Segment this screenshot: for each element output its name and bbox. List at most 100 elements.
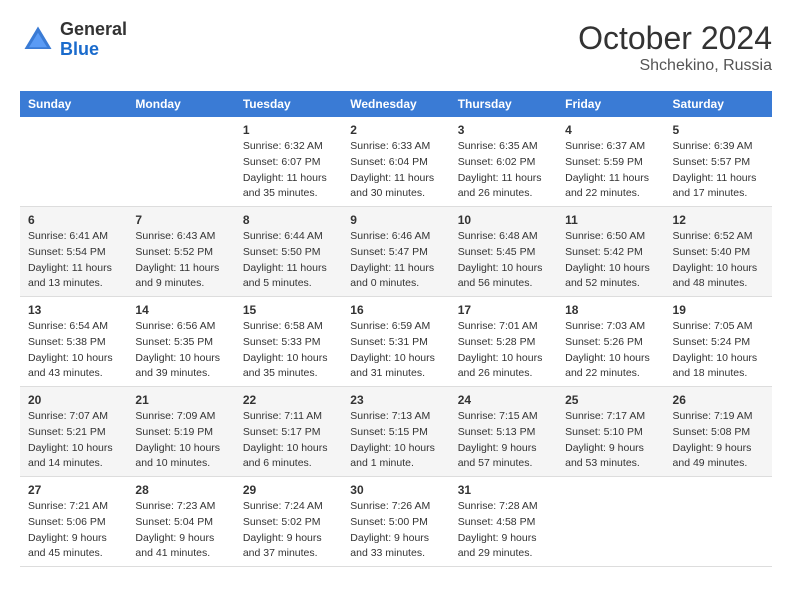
sunrise-info: Sunrise: 6:48 AM bbox=[458, 229, 549, 245]
sunrise-info: Sunrise: 7:21 AM bbox=[28, 499, 119, 515]
sunrise-info: Sunrise: 6:58 AM bbox=[243, 319, 334, 335]
calendar-cell: 7 Sunrise: 6:43 AM Sunset: 5:52 PM Dayli… bbox=[127, 207, 234, 297]
calendar-cell: 11 Sunrise: 6:50 AM Sunset: 5:42 PM Dayl… bbox=[557, 207, 664, 297]
daylight-info: Daylight: 9 hours and 57 minutes. bbox=[458, 441, 549, 473]
sunset-info: Sunset: 5:06 PM bbox=[28, 515, 119, 531]
sunrise-info: Sunrise: 7:26 AM bbox=[350, 499, 441, 515]
daylight-info: Daylight: 11 hours and 35 minutes. bbox=[243, 171, 334, 203]
daylight-info: Daylight: 9 hours and 49 minutes. bbox=[673, 441, 764, 473]
sunset-info: Sunset: 5:28 PM bbox=[458, 335, 549, 351]
daylight-info: Daylight: 9 hours and 45 minutes. bbox=[28, 531, 119, 563]
sunrise-info: Sunrise: 6:52 AM bbox=[673, 229, 764, 245]
day-number: 2 bbox=[350, 121, 441, 139]
day-number: 24 bbox=[458, 391, 549, 409]
calendar-cell: 31 Sunrise: 7:28 AM Sunset: 4:58 PM Dayl… bbox=[450, 477, 557, 567]
calendar-week-row: 13 Sunrise: 6:54 AM Sunset: 5:38 PM Dayl… bbox=[20, 297, 772, 387]
day-number: 12 bbox=[673, 211, 764, 229]
sunset-info: Sunset: 5:52 PM bbox=[135, 245, 226, 261]
day-number: 19 bbox=[673, 301, 764, 319]
sunrise-info: Sunrise: 6:35 AM bbox=[458, 139, 549, 155]
day-number: 10 bbox=[458, 211, 549, 229]
day-number: 20 bbox=[28, 391, 119, 409]
calendar-week-row: 20 Sunrise: 7:07 AM Sunset: 5:21 PM Dayl… bbox=[20, 387, 772, 477]
calendar-cell: 16 Sunrise: 6:59 AM Sunset: 5:31 PM Dayl… bbox=[342, 297, 449, 387]
calendar-cell: 29 Sunrise: 7:24 AM Sunset: 5:02 PM Dayl… bbox=[235, 477, 342, 567]
calendar-cell: 26 Sunrise: 7:19 AM Sunset: 5:08 PM Dayl… bbox=[665, 387, 772, 477]
sunset-info: Sunset: 5:50 PM bbox=[243, 245, 334, 261]
daylight-info: Daylight: 10 hours and 31 minutes. bbox=[350, 351, 441, 383]
calendar-cell: 19 Sunrise: 7:05 AM Sunset: 5:24 PM Dayl… bbox=[665, 297, 772, 387]
daylight-info: Daylight: 11 hours and 22 minutes. bbox=[565, 171, 656, 203]
daylight-info: Daylight: 9 hours and 37 minutes. bbox=[243, 531, 334, 563]
sunset-info: Sunset: 5:38 PM bbox=[28, 335, 119, 351]
day-number: 5 bbox=[673, 121, 764, 139]
calendar-week-row: 1 Sunrise: 6:32 AM Sunset: 6:07 PM Dayli… bbox=[20, 117, 772, 207]
sunset-info: Sunset: 5:35 PM bbox=[135, 335, 226, 351]
day-number: 21 bbox=[135, 391, 226, 409]
sunset-info: Sunset: 5:45 PM bbox=[458, 245, 549, 261]
sunset-info: Sunset: 5:26 PM bbox=[565, 335, 656, 351]
day-number: 28 bbox=[135, 481, 226, 499]
weekday-header: Tuesday bbox=[235, 91, 342, 117]
sunrise-info: Sunrise: 6:32 AM bbox=[243, 139, 334, 155]
day-number: 6 bbox=[28, 211, 119, 229]
sunset-info: Sunset: 5:13 PM bbox=[458, 425, 549, 441]
logo: General Blue bbox=[20, 20, 127, 60]
calendar-cell: 20 Sunrise: 7:07 AM Sunset: 5:21 PM Dayl… bbox=[20, 387, 127, 477]
calendar-cell: 21 Sunrise: 7:09 AM Sunset: 5:19 PM Dayl… bbox=[127, 387, 234, 477]
sunset-info: Sunset: 5:08 PM bbox=[673, 425, 764, 441]
daylight-info: Daylight: 10 hours and 22 minutes. bbox=[565, 351, 656, 383]
day-number: 30 bbox=[350, 481, 441, 499]
daylight-info: Daylight: 10 hours and 56 minutes. bbox=[458, 261, 549, 293]
month-title: October 2024 bbox=[578, 20, 772, 57]
sunrise-info: Sunrise: 7:05 AM bbox=[673, 319, 764, 335]
day-number: 23 bbox=[350, 391, 441, 409]
sunset-info: Sunset: 5:24 PM bbox=[673, 335, 764, 351]
sunrise-info: Sunrise: 6:41 AM bbox=[28, 229, 119, 245]
sunset-info: Sunset: 5:04 PM bbox=[135, 515, 226, 531]
sunrise-info: Sunrise: 7:01 AM bbox=[458, 319, 549, 335]
weekday-header: Thursday bbox=[450, 91, 557, 117]
calendar-cell bbox=[557, 477, 664, 567]
daylight-info: Daylight: 9 hours and 53 minutes. bbox=[565, 441, 656, 473]
day-number: 15 bbox=[243, 301, 334, 319]
calendar-cell: 25 Sunrise: 7:17 AM Sunset: 5:10 PM Dayl… bbox=[557, 387, 664, 477]
sunrise-info: Sunrise: 6:43 AM bbox=[135, 229, 226, 245]
daylight-info: Daylight: 10 hours and 39 minutes. bbox=[135, 351, 226, 383]
sunrise-info: Sunrise: 6:37 AM bbox=[565, 139, 656, 155]
day-number: 27 bbox=[28, 481, 119, 499]
sunset-info: Sunset: 5:19 PM bbox=[135, 425, 226, 441]
sunset-info: Sunset: 5:02 PM bbox=[243, 515, 334, 531]
day-number: 3 bbox=[458, 121, 549, 139]
calendar-cell: 6 Sunrise: 6:41 AM Sunset: 5:54 PM Dayli… bbox=[20, 207, 127, 297]
sunrise-info: Sunrise: 7:09 AM bbox=[135, 409, 226, 425]
calendar-cell: 9 Sunrise: 6:46 AM Sunset: 5:47 PM Dayli… bbox=[342, 207, 449, 297]
daylight-info: Daylight: 11 hours and 5 minutes. bbox=[243, 261, 334, 293]
daylight-info: Daylight: 10 hours and 1 minute. bbox=[350, 441, 441, 473]
daylight-info: Daylight: 10 hours and 43 minutes. bbox=[28, 351, 119, 383]
sunset-info: Sunset: 5:47 PM bbox=[350, 245, 441, 261]
daylight-info: Daylight: 11 hours and 9 minutes. bbox=[135, 261, 226, 293]
calendar-table: SundayMondayTuesdayWednesdayThursdayFrid… bbox=[20, 91, 772, 567]
sunset-info: Sunset: 6:07 PM bbox=[243, 155, 334, 171]
calendar-cell: 14 Sunrise: 6:56 AM Sunset: 5:35 PM Dayl… bbox=[127, 297, 234, 387]
calendar-cell: 5 Sunrise: 6:39 AM Sunset: 5:57 PM Dayli… bbox=[665, 117, 772, 207]
calendar-cell: 15 Sunrise: 6:58 AM Sunset: 5:33 PM Dayl… bbox=[235, 297, 342, 387]
daylight-info: Daylight: 11 hours and 13 minutes. bbox=[28, 261, 119, 293]
calendar-cell: 27 Sunrise: 7:21 AM Sunset: 5:06 PM Dayl… bbox=[20, 477, 127, 567]
sunset-info: Sunset: 5:40 PM bbox=[673, 245, 764, 261]
sunset-info: Sunset: 5:57 PM bbox=[673, 155, 764, 171]
daylight-info: Daylight: 10 hours and 6 minutes. bbox=[243, 441, 334, 473]
daylight-info: Daylight: 9 hours and 29 minutes. bbox=[458, 531, 549, 563]
sunrise-info: Sunrise: 6:46 AM bbox=[350, 229, 441, 245]
calendar-cell: 22 Sunrise: 7:11 AM Sunset: 5:17 PM Dayl… bbox=[235, 387, 342, 477]
calendar-cell: 30 Sunrise: 7:26 AM Sunset: 5:00 PM Dayl… bbox=[342, 477, 449, 567]
calendar-cell: 24 Sunrise: 7:15 AM Sunset: 5:13 PM Dayl… bbox=[450, 387, 557, 477]
daylight-info: Daylight: 10 hours and 52 minutes. bbox=[565, 261, 656, 293]
day-number: 11 bbox=[565, 211, 656, 229]
calendar-cell: 17 Sunrise: 7:01 AM Sunset: 5:28 PM Dayl… bbox=[450, 297, 557, 387]
calendar-cell: 23 Sunrise: 7:13 AM Sunset: 5:15 PM Dayl… bbox=[342, 387, 449, 477]
calendar-cell: 1 Sunrise: 6:32 AM Sunset: 6:07 PM Dayli… bbox=[235, 117, 342, 207]
calendar-week-row: 27 Sunrise: 7:21 AM Sunset: 5:06 PM Dayl… bbox=[20, 477, 772, 567]
daylight-info: Daylight: 10 hours and 48 minutes. bbox=[673, 261, 764, 293]
